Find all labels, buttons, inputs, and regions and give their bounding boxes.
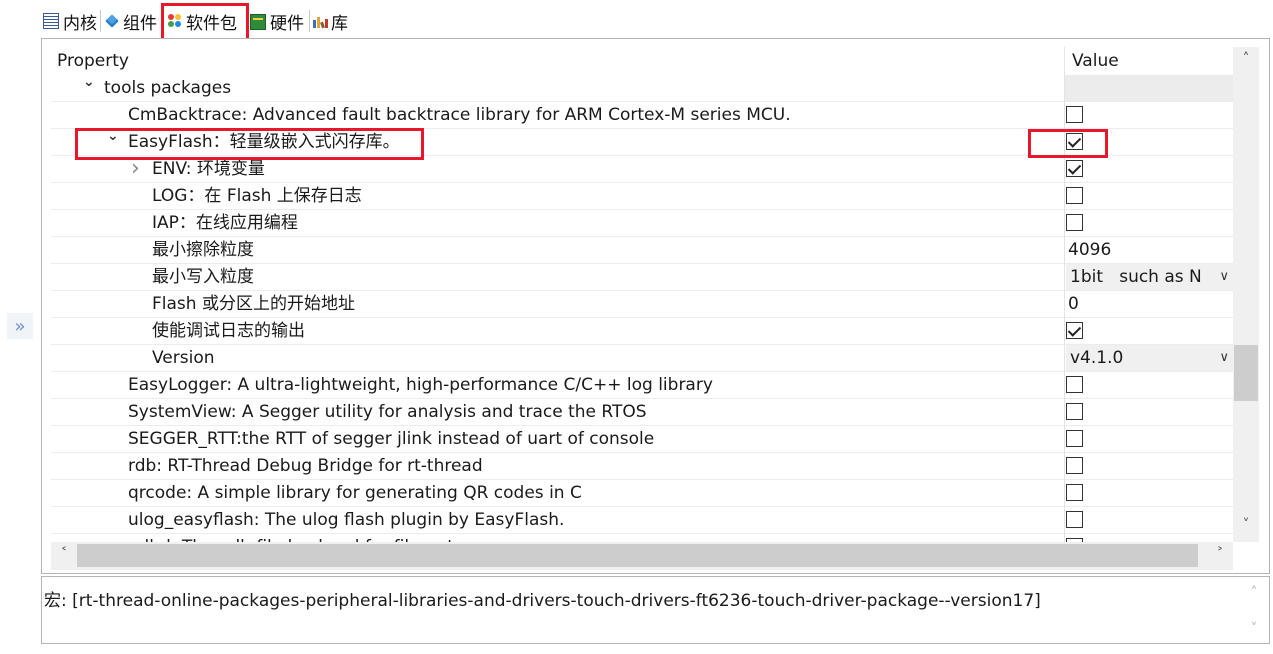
scroll-left-icon[interactable]: ˂ <box>51 546 77 562</box>
table-row[interactable]: IAP：在线应用编程 <box>51 210 1233 237</box>
table-row[interactable]: 使能调试日志的输出 <box>51 318 1233 345</box>
value-checkbox[interactable] <box>1066 106 1083 123</box>
property-label: 使能调试日志的输出 <box>152 321 305 341</box>
tab-libraries[interactable]: 库 <box>313 6 348 36</box>
property-label: ENV: 环境变量 <box>152 159 265 179</box>
tab-components[interactable]: 组件 <box>105 6 157 36</box>
table-row[interactable]: SystemView: A Segger utility for analysi… <box>51 399 1233 426</box>
scroll-right-icon[interactable]: ˃ <box>1207 546 1233 562</box>
tab-kernel-label: 内核 <box>63 13 97 34</box>
scroll-down-icon[interactable]: ˅ <box>1233 517 1259 533</box>
property-label: ulog_easyflash: The ulog flash plugin by… <box>128 510 565 530</box>
chevron-down-icon[interactable]: ∨ <box>1219 264 1229 290</box>
vertical-scrollbar[interactable]: ˄ ˅ <box>1233 47 1259 542</box>
value-checkbox[interactable] <box>1066 133 1083 150</box>
property-label: CmBacktrace: Advanced fault backtrace li… <box>128 105 791 125</box>
property-label: SEGGER_RTT:the RTT of segger jlink inste… <box>128 429 655 449</box>
value-checkbox[interactable] <box>1066 484 1083 501</box>
table-row[interactable]: EasyLogger: A ultra-lightweight, high-pe… <box>51 372 1233 399</box>
macro-description-text: 宏: [rt-thread-online-packages-peripheral… <box>44 591 1041 611</box>
property-label: EasyLogger: A ultra-lightweight, high-pe… <box>128 375 713 395</box>
value-checkbox[interactable] <box>1066 457 1083 474</box>
value-text-field[interactable]: 4096 <box>1066 237 1233 263</box>
table-row[interactable]: Flash 或分区上的开始地址 0 <box>51 291 1233 318</box>
property-label: IAP：在线应用编程 <box>152 213 298 233</box>
library-icon <box>313 14 328 29</box>
table-row[interactable]: Version v4.1.0 ∨ <box>51 345 1233 372</box>
property-label: qrcode: A simple library for generating … <box>128 483 582 503</box>
chevron-down-icon[interactable]: ⌄ <box>83 75 95 95</box>
value-checkbox[interactable] <box>1066 160 1083 177</box>
hardware-icon <box>250 14 266 30</box>
value-checkbox[interactable] <box>1066 187 1083 204</box>
package-icon <box>168 14 182 28</box>
description-panel: 宏: [rt-thread-online-packages-peripheral… <box>41 576 1270 644</box>
table-row[interactable]: LOG：在 Flash 上保存日志 <box>51 183 1233 210</box>
value-dropdown[interactable]: 1bit such as N ∨ <box>1066 264 1233 290</box>
property-label: Version <box>152 348 215 368</box>
property-column-header[interactable]: Property <box>57 47 129 75</box>
scroll-up-icon[interactable]: ˄ <box>1233 51 1259 67</box>
horizontal-scrollbar-thumb[interactable] <box>77 544 1198 567</box>
horizontal-scrollbar[interactable]: ˂ ˃ <box>51 542 1233 570</box>
value-checkbox[interactable] <box>1066 430 1083 447</box>
property-label: adbd: The adb file backend for filesyste… <box>128 534 481 542</box>
table-row[interactable]: CmBacktrace: Advanced fault backtrace li… <box>51 102 1233 129</box>
chevron-down-icon[interactable]: ⌄ <box>107 123 119 149</box>
tab-hardware-label: 硬件 <box>270 13 304 34</box>
value-checkbox[interactable] <box>1066 511 1083 528</box>
table-row[interactable]: rdb: RT-Thread Debug Bridge for rt-threa… <box>51 453 1233 480</box>
value-text-field[interactable]: 0 <box>1066 291 1233 317</box>
description-scrollbar[interactable]: ˄ ˅ <box>1241 579 1267 641</box>
value-dropdown[interactable]: v4.1.0 ∨ <box>1066 345 1233 371</box>
table-row[interactable]: › ENV: 环境变量 <box>51 156 1233 183</box>
tab-libraries-label: 库 <box>331 13 348 34</box>
property-table-body: ⌄ tools packages CmBacktrace: Advanced fau… <box>51 75 1233 542</box>
value-checkbox[interactable] <box>1066 403 1083 420</box>
value-checkbox[interactable] <box>1066 214 1083 231</box>
chevron-right-icon[interactable]: › <box>131 156 140 182</box>
kernel-icon <box>43 13 59 29</box>
editor-tab-bar: 内核 组件 软件包 硬件 库 <box>0 0 1273 38</box>
value-checkbox[interactable] <box>1066 376 1083 393</box>
expand-panel-button[interactable]: » <box>7 313 33 339</box>
tab-kernel[interactable]: 内核 <box>43 6 97 36</box>
double-chevron-right-icon: » <box>14 315 26 337</box>
property-label: SystemView: A Segger utility for analysi… <box>128 402 647 422</box>
property-label: tools packages <box>104 78 232 98</box>
component-icon <box>105 14 119 28</box>
table-row[interactable]: ⌄ tools packages <box>51 75 1233 102</box>
table-row[interactable]: 最小写入粒度 1bit such as N ∨ <box>51 264 1233 291</box>
dropdown-selected-value: v4.1.0 <box>1070 348 1124 368</box>
property-label: 最小擦除粒度 <box>152 240 254 260</box>
table-row[interactable]: ulog_easyflash: The ulog flash plugin by… <box>51 507 1233 534</box>
table-row[interactable]: qrcode: A simple library for generating … <box>51 480 1233 507</box>
property-label: 最小写入粒度 <box>152 267 254 287</box>
table-row[interactable]: adbd: The adb file backend for filesyste… <box>51 534 1233 542</box>
property-label: LOG：在 Flash 上保存日志 <box>152 186 362 206</box>
value-column-header[interactable]: Value <box>1072 47 1119 75</box>
desc-scroll-up-icon[interactable]: ˄ <box>1241 585 1267 601</box>
property-label: Flash 或分区上的开始地址 <box>152 294 355 314</box>
tab-hardware[interactable]: 硬件 <box>250 6 304 36</box>
property-label: rdb: RT-Thread Debug Bridge for rt-threa… <box>128 456 483 476</box>
property-table-header: Property Value <box>51 47 1233 75</box>
property-label: EasyFlash：轻量级嵌入式闪存库。 <box>128 132 400 152</box>
desc-scroll-down-icon[interactable]: ˅ <box>1241 621 1267 637</box>
table-row[interactable]: ⌄ EasyFlash：轻量级嵌入式闪存库。 <box>51 128 1233 156</box>
chevron-down-icon[interactable]: ∨ <box>1219 345 1229 371</box>
dropdown-selected-value: 1bit such as N <box>1070 267 1202 287</box>
tab-packages-label: 软件包 <box>186 13 237 34</box>
table-row[interactable]: 最小擦除粒度 4096 <box>51 237 1233 264</box>
vertical-scrollbar-thumb[interactable] <box>1234 345 1258 401</box>
tab-packages[interactable]: 软件包 <box>168 6 237 36</box>
table-row[interactable]: SEGGER_RTT:the RTT of segger jlink inste… <box>51 426 1233 453</box>
value-checkbox[interactable] <box>1066 322 1083 339</box>
tab-components-label: 组件 <box>123 13 157 34</box>
